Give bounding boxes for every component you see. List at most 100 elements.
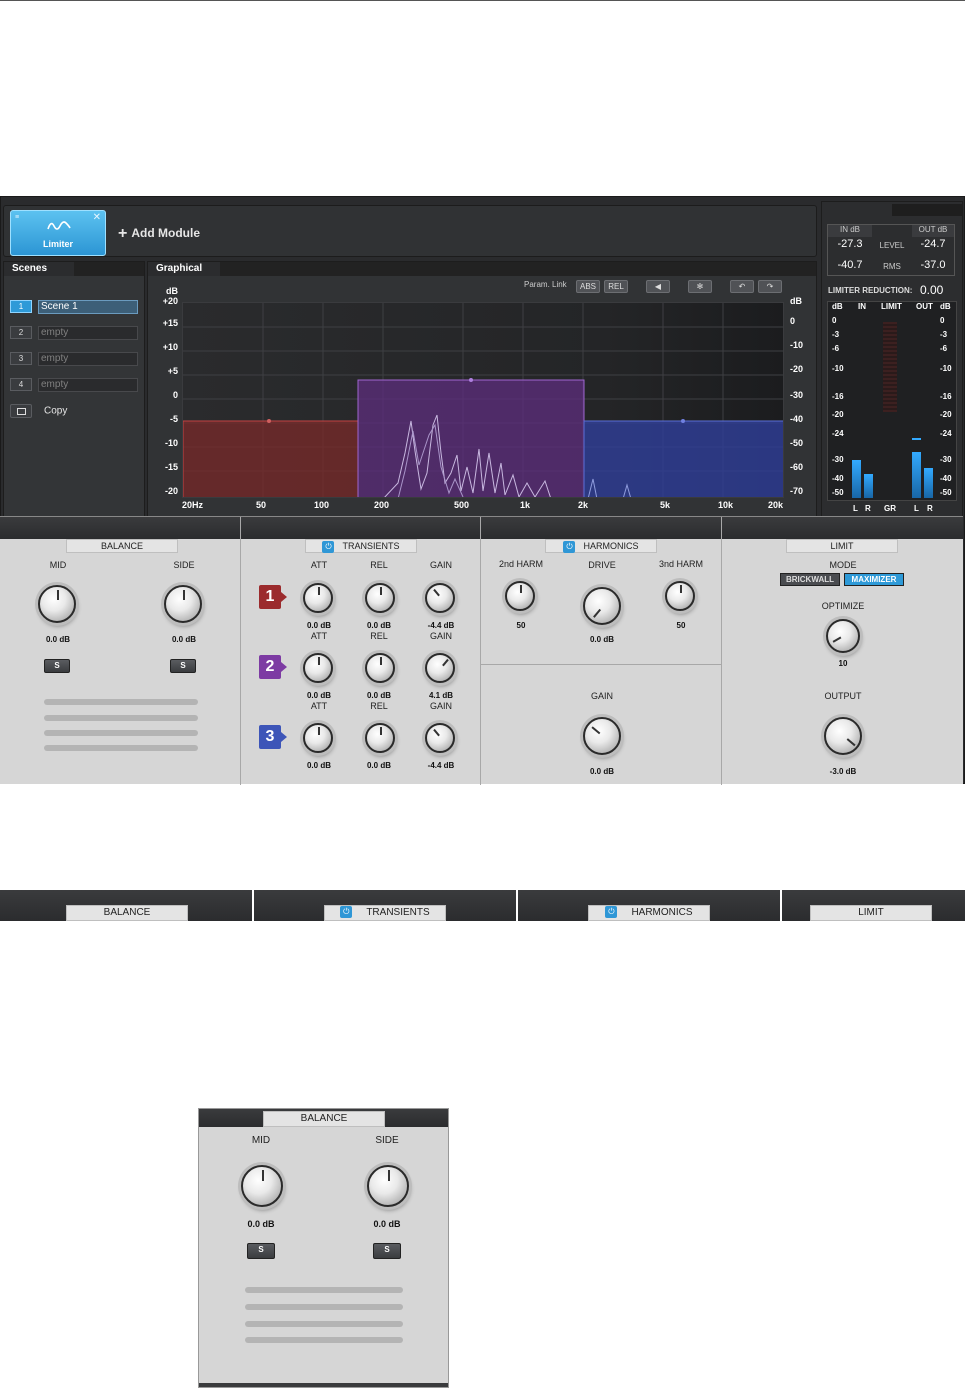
knob-pointer xyxy=(380,727,382,735)
x-tick: 20Hz xyxy=(182,500,204,510)
strip-limit-tab[interactable]: LIMIT xyxy=(810,905,932,921)
tab-graphical[interactable]: Graphical xyxy=(148,262,220,276)
power-icon[interactable]: ⏻ xyxy=(563,540,576,553)
graphical-panel: Graphical Param. Link ABS REL ◀ ✻ ↶ ↷ dB… xyxy=(147,261,817,517)
gain-knob[interactable] xyxy=(425,583,455,613)
att-knob[interactable] xyxy=(303,723,333,753)
balance-tab[interactable]: BALANCE xyxy=(66,539,178,553)
gain-knob[interactable] xyxy=(425,723,455,753)
power-icon[interactable]: ⏻ xyxy=(340,906,353,919)
output-knob[interactable] xyxy=(824,717,862,755)
scene-name-field[interactable]: empty xyxy=(38,352,138,366)
scene-name-field[interactable]: empty xyxy=(38,326,138,340)
placeholder-line xyxy=(245,1304,403,1310)
side-knob[interactable] xyxy=(164,585,202,623)
frequency-graph[interactable] xyxy=(182,302,784,498)
close-icon[interactable]: ✕ xyxy=(93,212,101,223)
meter-scale-right: -20 xyxy=(940,410,952,419)
zoom-mid-knob[interactable] xyxy=(241,1165,283,1207)
rel-knob[interactable] xyxy=(365,723,395,753)
att-label: ATT xyxy=(310,560,328,570)
rel-label: REL xyxy=(370,560,388,570)
knob-pointer xyxy=(520,585,522,593)
zoom-mid-solo-button[interactable]: S xyxy=(247,1243,275,1259)
rel-label: REL xyxy=(370,701,388,711)
limit-section: LIMIT MODE BRICKWALL MAXIMIZER OPTIMIZE … xyxy=(722,517,963,785)
left-axis-unit: dB xyxy=(166,286,178,296)
scene-name-field[interactable]: Scene 1 xyxy=(38,300,138,314)
meter-col-label: dB xyxy=(940,302,951,311)
strip-balance-tab[interactable]: BALANCE xyxy=(66,905,188,921)
strip-harmonics-label: HARMONICS xyxy=(631,907,693,918)
placeholder-line xyxy=(44,715,198,721)
knob-pointer xyxy=(183,589,185,600)
left-tick: +10 xyxy=(162,342,178,352)
rel-button[interactable]: REL xyxy=(604,280,628,293)
level-label: LEVEL xyxy=(879,241,905,250)
module-menu-icon[interactable]: ≡ xyxy=(15,214,19,221)
right-tick: -70 xyxy=(790,486,804,496)
second-harm-knob[interactable] xyxy=(505,581,535,611)
abs-button[interactable]: ABS xyxy=(576,280,600,293)
zoom-side-solo-button[interactable]: S xyxy=(373,1243,401,1259)
meter-col-label: OUT xyxy=(916,302,933,311)
meter-scale-left: -50 xyxy=(832,488,844,497)
side-solo-button[interactable]: S xyxy=(170,659,196,673)
scene-number[interactable]: 1 xyxy=(10,300,32,313)
meter-scale-left: -3 xyxy=(832,330,840,339)
gain-value: -4.4 dB xyxy=(427,621,455,630)
optimize-knob[interactable] xyxy=(826,619,860,653)
add-module-button[interactable]: + Add Module xyxy=(118,224,200,242)
third-harm-knob[interactable] xyxy=(665,581,695,611)
knob-pointer xyxy=(318,657,320,665)
right-axis-unit: dB xyxy=(790,296,802,306)
scene-number[interactable]: 3 xyxy=(10,352,32,365)
placeholder-line xyxy=(44,745,198,751)
undo-button[interactable]: ↶ xyxy=(730,280,754,293)
limiter-reduction-value: 0.00 xyxy=(920,283,944,297)
gain-knob[interactable] xyxy=(425,653,455,683)
scene-number[interactable]: 4 xyxy=(10,378,32,391)
transients-tab[interactable]: ⏻ TRANSIENTS xyxy=(305,539,417,553)
drive-knob[interactable] xyxy=(583,587,621,625)
gear-icon: ✻ xyxy=(696,282,704,291)
copy-label: Copy xyxy=(44,405,68,417)
copy-scene-button[interactable]: Copy xyxy=(10,404,67,418)
knob-pointer xyxy=(846,737,856,746)
left-tick: -15 xyxy=(164,462,178,472)
power-icon[interactable]: ⏻ xyxy=(322,540,335,553)
mid-knob[interactable] xyxy=(38,585,76,623)
zoom-balance-tab[interactable]: BALANCE xyxy=(263,1111,385,1127)
scene-number[interactable]: 2 xyxy=(10,326,32,339)
in-header: IN dB xyxy=(828,225,872,237)
harmonics-gain-knob[interactable] xyxy=(583,717,621,755)
right-tick: -60 xyxy=(790,462,804,472)
rel-knob[interactable] xyxy=(365,653,395,683)
power-icon[interactable]: ⏻ xyxy=(605,906,618,919)
rel-knob[interactable] xyxy=(365,583,395,613)
maximizer-button[interactable]: MAXIMIZER xyxy=(844,573,904,586)
knob-pointer xyxy=(380,587,382,595)
mode-label: MODE xyxy=(829,560,857,570)
limit-tab[interactable]: LIMIT xyxy=(786,539,898,553)
in-meter-r xyxy=(864,474,873,498)
brickwall-button[interactable]: BRICKWALL xyxy=(780,573,840,586)
att-value: 0.0 dB xyxy=(306,691,331,700)
scene-name-field[interactable]: empty xyxy=(38,378,138,392)
strip-transients-tab[interactable]: ⏻ TRANSIENTS xyxy=(324,905,446,921)
tab-scenes[interactable]: Scenes xyxy=(4,262,74,276)
knob-pointer xyxy=(832,636,842,644)
rel-value: 0.0 dB xyxy=(366,761,391,770)
att-label: ATT xyxy=(310,701,328,711)
att-knob[interactable] xyxy=(303,583,333,613)
meter-scale-right: -6 xyxy=(940,344,948,353)
settings-button[interactable]: ✻ xyxy=(688,280,712,293)
strip-harmonics-tab[interactable]: ⏻ HARMONICS xyxy=(588,905,710,921)
redo-button[interactable]: ↷ xyxy=(758,280,782,293)
speaker-button[interactable]: ◀ xyxy=(646,280,670,293)
module-tile-limiter[interactable]: ≡ ✕ Limiter xyxy=(10,210,106,256)
harmonics-tab[interactable]: ⏻ HARMONICS xyxy=(545,539,657,553)
att-knob[interactable] xyxy=(303,653,333,683)
zoom-side-knob[interactable] xyxy=(367,1165,409,1207)
mid-solo-button[interactable]: S xyxy=(44,659,70,673)
